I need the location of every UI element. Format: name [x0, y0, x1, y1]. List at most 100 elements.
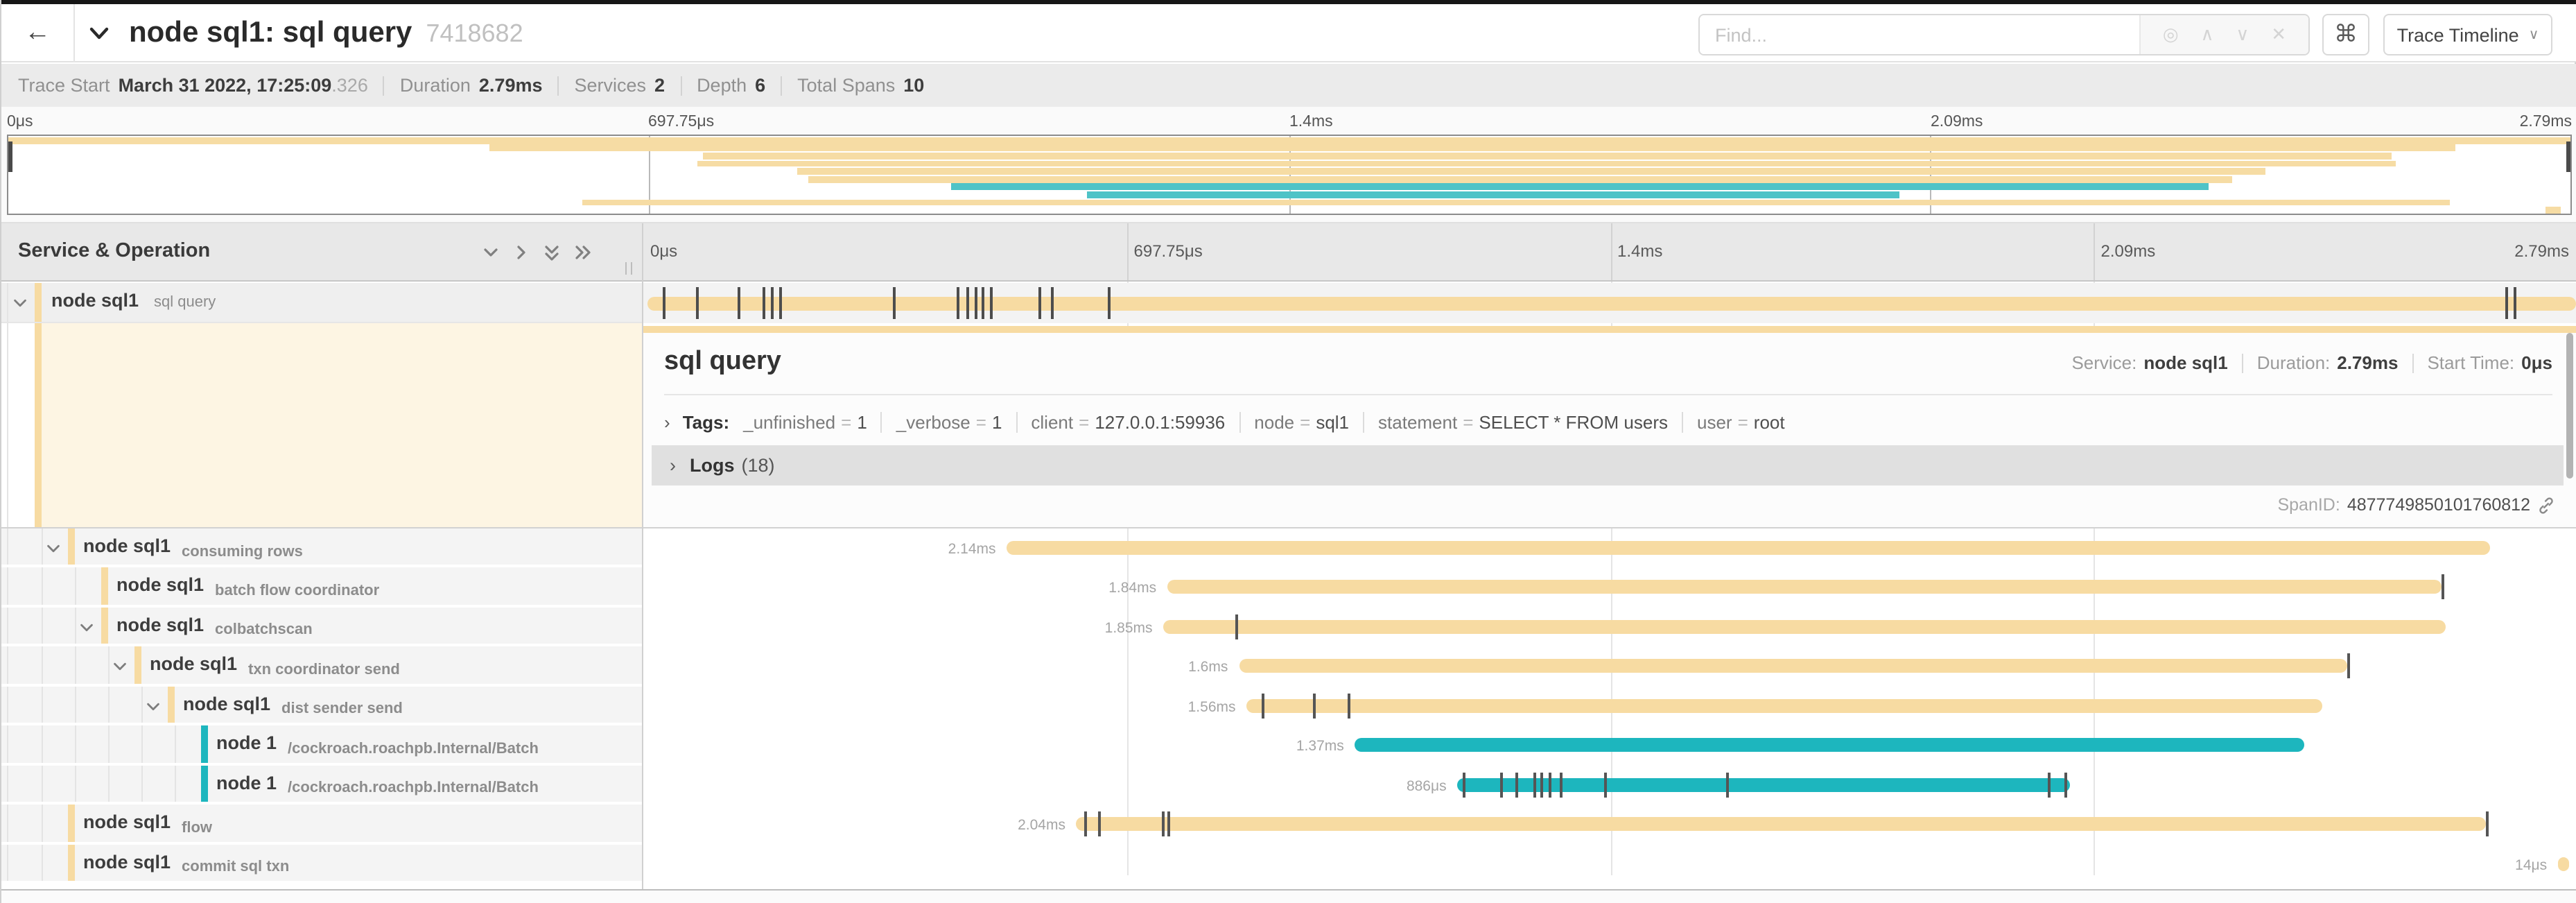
vertical-scrollbar-thumb[interactable] [2566, 333, 2573, 479]
tree-guide-line [42, 528, 43, 565]
trace-meta-item: Trace StartMarch 31 2022, 17:25:09.326 [18, 75, 368, 96]
expand-all-icon[interactable] [573, 243, 592, 269]
span-log-tick [763, 287, 766, 319]
chevron-down-icon[interactable] [44, 540, 62, 562]
expand-one-icon[interactable] [512, 243, 531, 269]
span-row--cockroach-roachpb-internal-batch[interactable]: node 1/cockroach.roachpb.Internal/Batch8… [1, 765, 2576, 805]
back-button[interactable]: ← [1, 4, 75, 62]
tags-row[interactable]: › Tags: _unfinished=1_verbose=1client=12… [664, 405, 2552, 438]
span-bar-track[interactable] [642, 283, 2576, 323]
span-rows: node sql1consuming rows2.14msnode sql1ba… [1, 528, 2576, 884]
minimap-right-handle[interactable] [2566, 141, 2570, 172]
span-row-left[interactable]: node sql1commit sql txn [1, 844, 642, 884]
selected-span-mini-bar [642, 326, 2576, 333]
tree-guide-line [7, 844, 8, 881]
collapse-all-icon[interactable] [542, 243, 562, 269]
span-log-tick [1500, 772, 1503, 797]
span-row--cockroach-roachpb-internal-batch[interactable]: node 1/cockroach.roachpb.Internal/Batch1… [1, 725, 2576, 765]
span-row-left[interactable]: node sql1consuming rows [1, 528, 642, 568]
tree-guide-line [7, 528, 8, 565]
tag-item: user=root [1697, 411, 1785, 432]
span-duration-label: 2.04ms [1018, 817, 1065, 834]
span-bar[interactable] [1164, 620, 2446, 634]
panel-drag-handle[interactable] [625, 262, 627, 275]
span-log-tick [1726, 772, 1729, 797]
chevron-down-icon[interactable] [111, 658, 129, 680]
page-title: node sql1: sql query7418682 [129, 17, 523, 50]
tags-list: _unfinished=1_verbose=1client=127.0.0.1:… [743, 411, 1784, 432]
span-bar[interactable] [1355, 738, 2305, 752]
tree-guide-line [175, 765, 176, 802]
span-row-left[interactable]: node 1/cockroach.roachpb.Internal/Batch [1, 725, 642, 765]
span-bar[interactable] [1077, 817, 2487, 831]
span-bar[interactable] [1239, 660, 2347, 673]
tree-guide-line [42, 608, 43, 644]
span-row-left[interactable]: node sql1 sql query [1, 283, 642, 323]
link-icon[interactable] [2537, 496, 2555, 514]
span-detail-panel: sql query Service: node sql1 Duration: 2… [643, 333, 2576, 527]
span-bar[interactable] [2558, 857, 2570, 870]
tree-guide-line [175, 725, 176, 762]
header-tick-separator [1610, 223, 1612, 280]
service-operation-label: Service & Operation [18, 240, 210, 262]
tree-guide-line [42, 844, 43, 881]
minimap-canvas[interactable] [7, 135, 2572, 215]
span-log-tick [695, 287, 698, 319]
logs-row[interactable]: › Logs (18) [652, 445, 2564, 485]
chevron-down-icon[interactable] [144, 698, 162, 720]
span-log-tick [1560, 772, 1563, 797]
span-bar[interactable] [1167, 580, 2442, 594]
span-row-left[interactable]: node sql1colbatchscan [1, 608, 642, 647]
span-bar[interactable] [1007, 541, 2491, 555]
trace-collapse-icon[interactable] [87, 21, 111, 51]
minimap-span-bar [582, 199, 2450, 206]
detail-service: node sql1 [2143, 352, 2227, 373]
span-row-colbatchscan[interactable]: node sql1colbatchscan1.85ms [1, 608, 2576, 647]
service-name: node sql1consuming rows [83, 535, 303, 556]
clear-search-icon[interactable]: ✕ [2271, 24, 2286, 46]
span-detail-meta: Service: node sql1 Duration: 2.79ms Star… [2071, 352, 2552, 373]
view-dropdown-button[interactable]: Trace Timeline ∨ [2383, 14, 2552, 55]
timeline-tick-label: 2.79ms [2514, 241, 2569, 261]
tag-separator [1239, 411, 1240, 432]
span-row-left[interactable]: node sql1batch flow coordinator [1, 568, 642, 608]
span-row-sql-query[interactable]: node sql1 sql query [1, 283, 2576, 323]
span-row-batch-flow-coordinator[interactable]: node sql1batch flow coordinator1.84ms [1, 568, 2576, 608]
span-row-left[interactable]: node sql1txn coordinator send [1, 647, 642, 687]
tree-guide-line [42, 568, 43, 605]
span-bar[interactable] [1246, 699, 2322, 713]
span-row-left[interactable]: node sql1dist sender send [1, 687, 642, 726]
locate-icon[interactable]: ◎ [2163, 24, 2179, 46]
span-log-tick [771, 287, 774, 319]
next-match-icon[interactable]: ∨ [2236, 24, 2249, 46]
keyboard-shortcuts-button[interactable]: ⌘ [2322, 14, 2369, 55]
collapse-one-icon[interactable] [481, 243, 501, 269]
tag-equals: = [1079, 411, 1089, 432]
meta-label: Trace Start [18, 75, 110, 96]
span-row-dist-sender-send[interactable]: node sql1dist sender send1.56ms [1, 687, 2576, 726]
prev-match-icon[interactable]: ∧ [2200, 24, 2213, 46]
span-color-accent [201, 725, 208, 762]
span-row-txn-coordinator-send[interactable]: node sql1txn coordinator send1.6ms [1, 647, 2576, 687]
span-row-left[interactable]: node 1/cockroach.roachpb.Internal/Batch [1, 765, 642, 805]
chevron-down-icon[interactable] [11, 294, 29, 316]
panel-drag-handle[interactable] [631, 262, 632, 275]
service-operation-header: Service & Operation [1, 223, 642, 280]
find-input[interactable] [1700, 15, 2139, 54]
bottom-scroll-track[interactable] [1, 889, 2576, 903]
minimap-tick-label: 697.75μs [648, 114, 714, 130]
span-row-consuming-rows[interactable]: node sql1consuming rows2.14ms [1, 528, 2576, 568]
tree-guide-line [141, 765, 143, 802]
tag-value: 1 [992, 411, 1002, 432]
span-row-flow[interactable]: node sql1flow 2.04ms [1, 805, 2576, 844]
meta-value: 10 [903, 75, 924, 96]
span-row-commit-sql-txn[interactable]: node sql1commit sql txn14μs [1, 844, 2576, 884]
chevron-down-icon[interactable] [78, 619, 96, 641]
operation-name: /cockroach.roachpb.Internal/Batch [288, 740, 539, 757]
meta-label: Duration [400, 75, 471, 96]
span-bar[interactable] [647, 296, 2576, 310]
span-row-left[interactable]: node sql1flow [1, 805, 642, 844]
panel-divider[interactable] [642, 223, 643, 889]
minimap-left-handle[interactable] [8, 141, 12, 172]
operation-name: flow [182, 819, 212, 836]
